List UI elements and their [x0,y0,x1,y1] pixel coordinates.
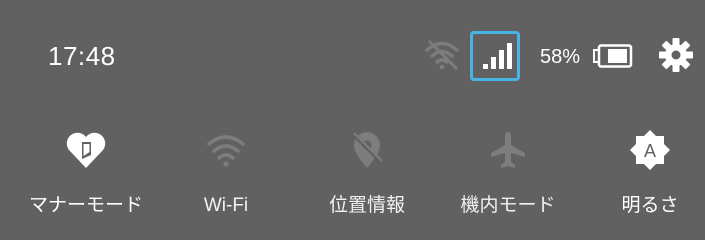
wifi-off-icon [425,39,459,70]
tile-location[interactable]: 位置情報 [302,128,432,228]
cell-signal-icon [483,43,512,69]
tile-label: 機内モード [460,195,556,216]
brightness-auto-icon: A [630,130,670,170]
wifi-icon [207,135,245,167]
tile-airplane-mode[interactable]: 機内モード [443,128,573,228]
airplane-icon [491,132,525,168]
tile-label: 位置情報 [328,195,405,216]
manner-mode-icon [66,132,106,168]
tile-wifi[interactable]: Wi-Fi [161,128,291,228]
tile-manner-mode[interactable]: マナーモード [21,128,151,228]
location-off-icon [351,132,383,168]
tile-label: 明るさ [621,195,679,216]
gear-icon[interactable] [658,37,694,73]
battery-percent: 58% [540,46,581,68]
signal-highlight[interactable] [470,31,520,81]
tile-brightness[interactable]: A 明るさ [585,128,705,228]
quick-settings-panel: 17:48 58% マナーモード Wi-Fi 位置情報 機内モード A 明るさ [0,0,705,240]
svg-text:A: A [644,141,656,161]
tile-label: Wi-Fi [203,195,249,216]
tile-label: マナーモード [28,195,143,216]
status-time: 17:48 [48,41,116,71]
battery-icon [593,44,633,68]
